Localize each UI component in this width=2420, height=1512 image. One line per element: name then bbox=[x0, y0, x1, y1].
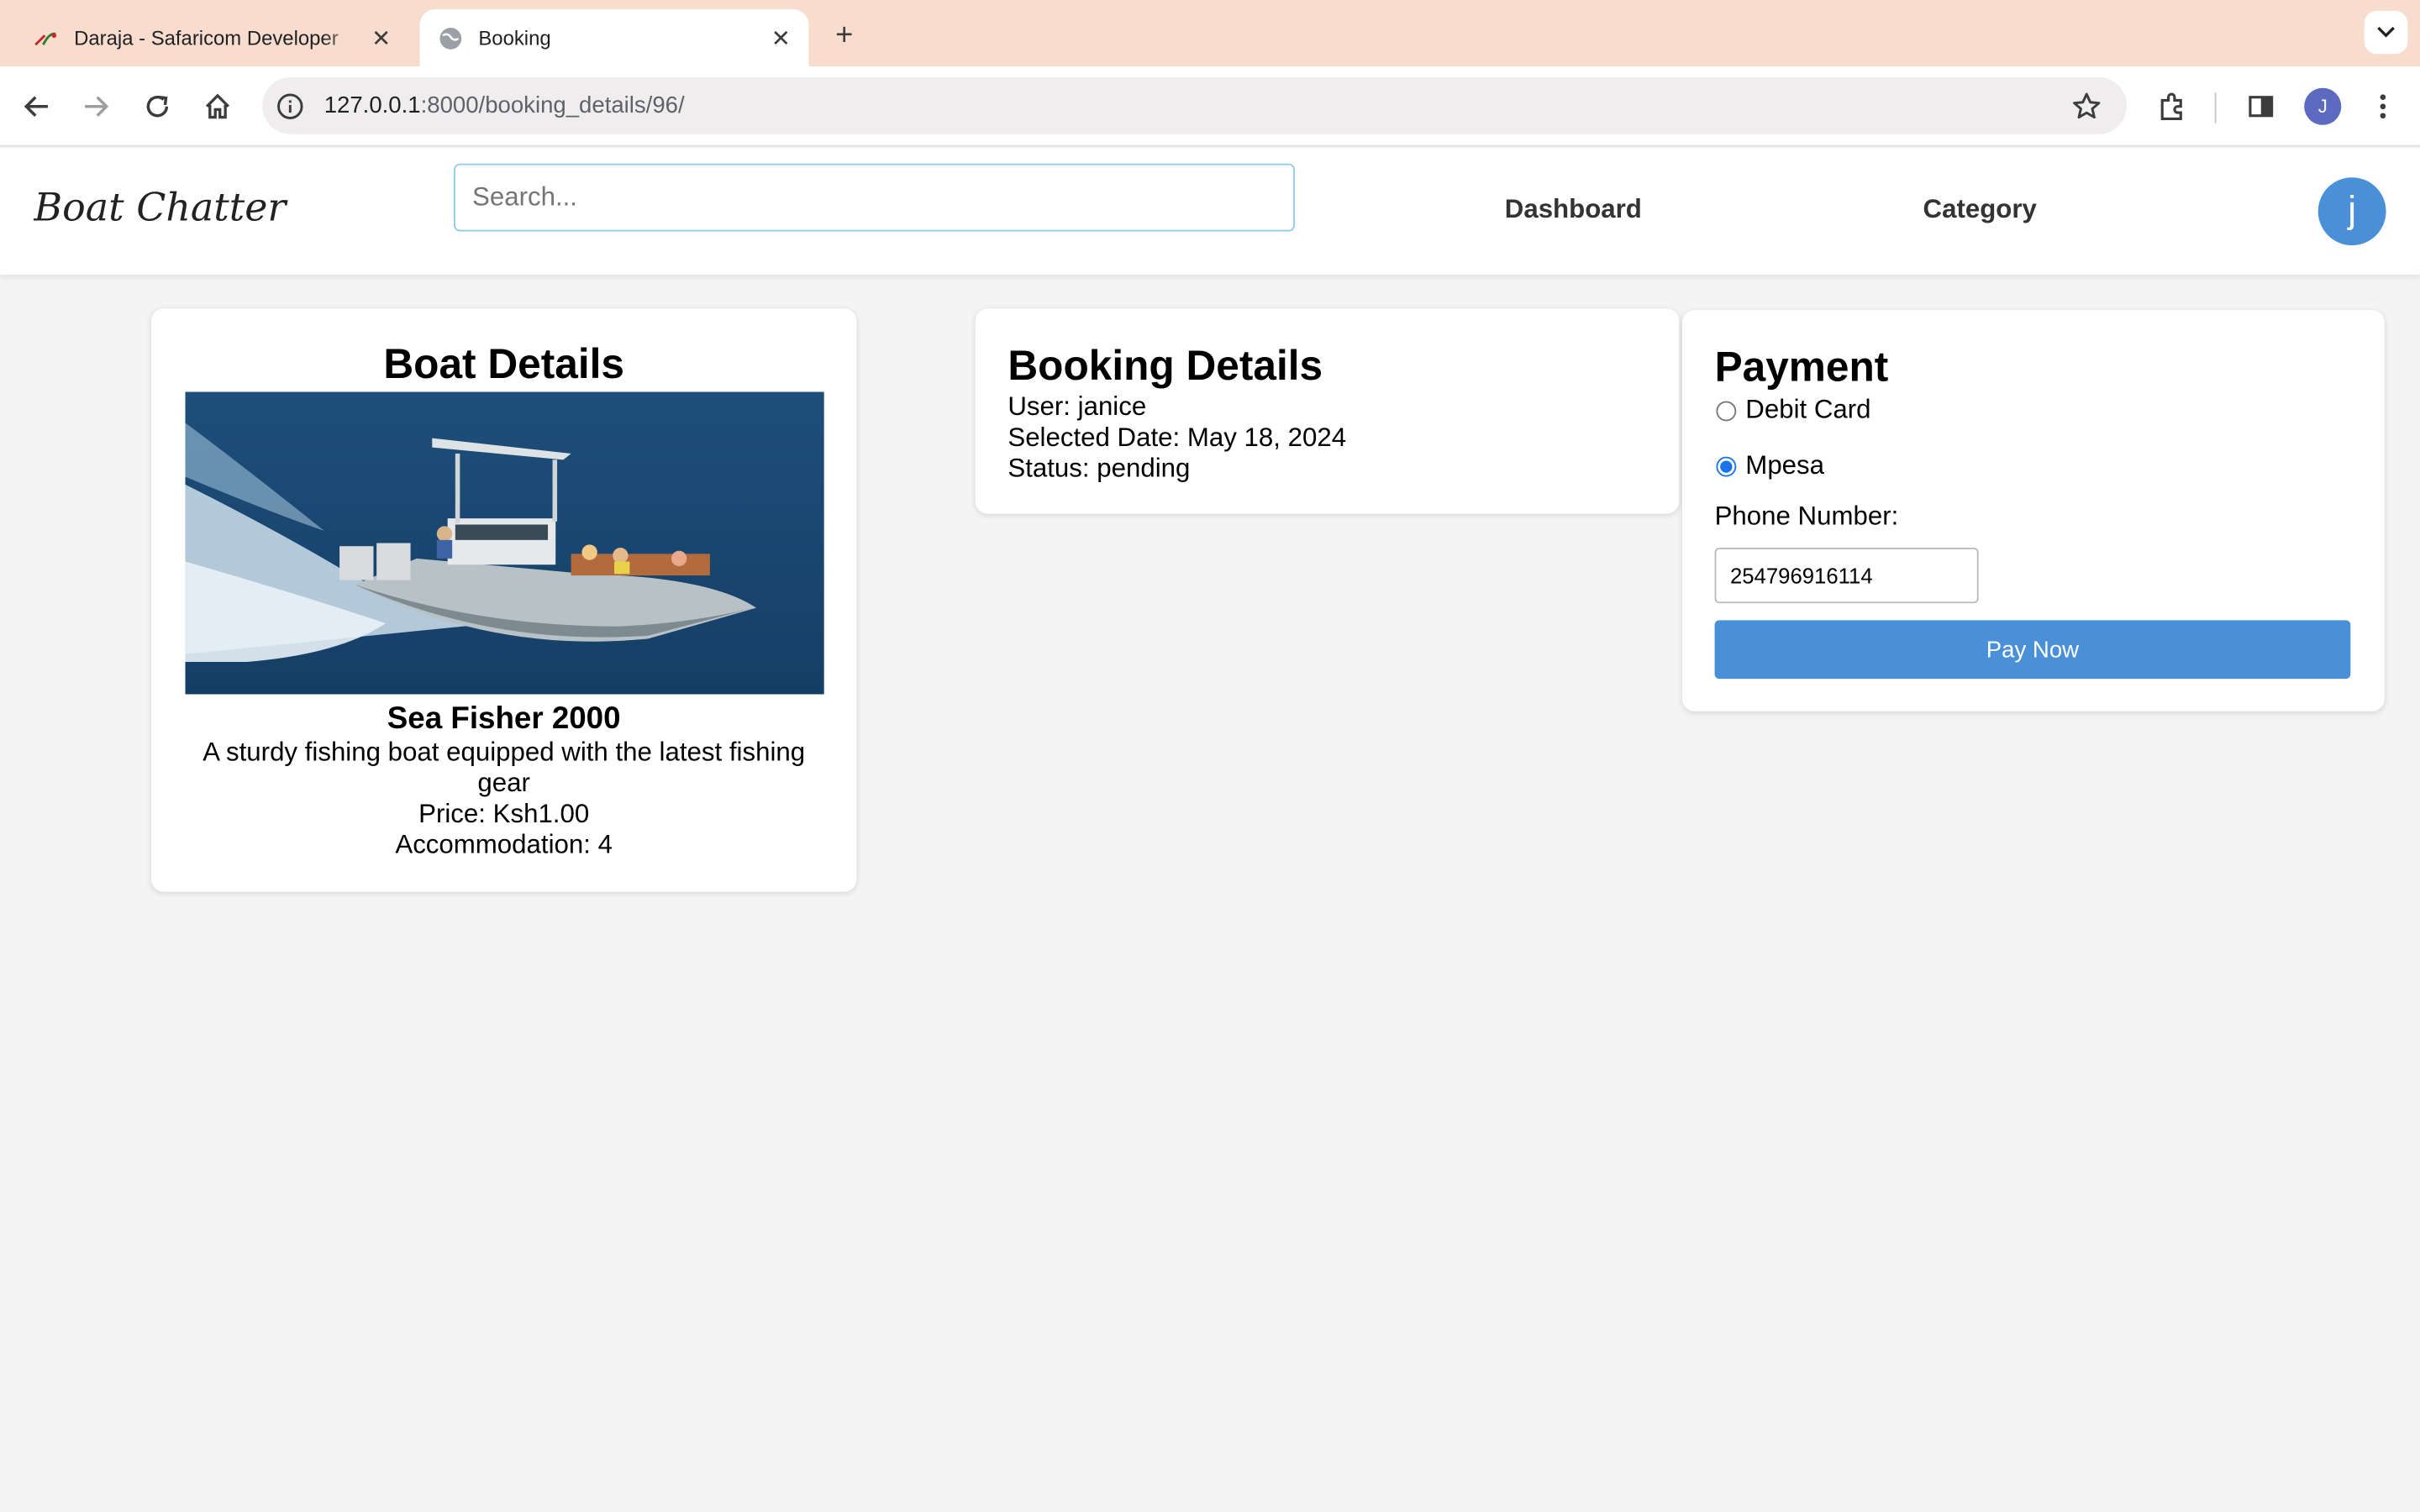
url-path: :8000/booking_details/96/ bbox=[420, 92, 685, 119]
search-input[interactable] bbox=[453, 163, 1295, 232]
browser-profile-avatar[interactable]: J bbox=[2304, 87, 2342, 125]
back-icon[interactable] bbox=[15, 85, 58, 128]
user-avatar[interactable]: j bbox=[2317, 177, 2386, 246]
address-bar[interactable]: 127.0.0.1:8000/booking_details/96/ bbox=[262, 76, 2127, 134]
new-tab-icon[interactable]: + bbox=[826, 17, 863, 54]
url-text[interactable]: 127.0.0.1:8000/booking_details/96/ bbox=[324, 92, 2068, 118]
payment-option-mpesa[interactable]: Mpesa bbox=[1715, 450, 2353, 481]
side-panel-icon[interactable] bbox=[2239, 85, 2282, 128]
mpesa-label: Mpesa bbox=[1745, 450, 1825, 480]
chevron-down-icon[interactable] bbox=[2364, 10, 2408, 55]
brand-logo[interactable]: Boat Chatter bbox=[34, 185, 286, 229]
boat-details-card: Boat Details Sea Fisher 2000 A sturdy fi… bbox=[150, 308, 857, 892]
tab-title: Daraja - Safaricom Developer bbox=[74, 26, 339, 50]
booking-user: User: janice bbox=[1007, 391, 1147, 422]
site-info-icon[interactable] bbox=[275, 90, 306, 121]
close-tab-icon[interactable]: ✕ bbox=[765, 23, 797, 54]
daraja-logo-icon bbox=[34, 25, 58, 50]
home-icon[interactable] bbox=[196, 85, 239, 128]
phone-number-input[interactable] bbox=[1714, 548, 1979, 604]
nav-link-category[interactable]: Category bbox=[1923, 194, 2037, 225]
payment-card: Payment Debit Card Mpesa Phone Number: P… bbox=[1682, 310, 2385, 711]
booking-date: Selected Date: May 18, 2024 bbox=[1007, 423, 1347, 453]
booking-status: Status: pending bbox=[1007, 453, 1191, 483]
payment-heading: Payment bbox=[1714, 344, 1889, 391]
browser-toolbar: 127.0.0.1:8000/booking_details/96/ J bbox=[0, 66, 2420, 147]
page-content: Boat Chatter Dashboard Category j Boat D… bbox=[0, 148, 2420, 1512]
forward-icon[interactable] bbox=[74, 85, 117, 128]
globe-icon bbox=[439, 25, 463, 50]
boat-image bbox=[184, 391, 823, 695]
kebab-menu-icon[interactable] bbox=[2361, 85, 2404, 128]
boat-price: Price: Ksh1.00 bbox=[418, 799, 590, 829]
mpesa-radio[interactable] bbox=[1716, 455, 1737, 476]
booking-details-heading: Booking Details bbox=[1007, 342, 1323, 389]
nav-link-dashboard[interactable]: Dashboard bbox=[1505, 194, 1642, 225]
tab-daraja[interactable]: Daraja - Safaricom Developer ✕ bbox=[15, 9, 408, 66]
bookmark-star-icon[interactable] bbox=[2068, 87, 2105, 124]
tab-title: Booking bbox=[478, 26, 551, 50]
tab-booking[interactable]: Booking ✕ bbox=[419, 9, 809, 66]
boat-details-heading: Boat Details bbox=[383, 340, 624, 388]
pay-now-button[interactable]: Pay Now bbox=[1714, 620, 2351, 680]
debit-card-radio[interactable] bbox=[1716, 400, 1737, 421]
close-tab-icon[interactable]: ✕ bbox=[366, 23, 397, 54]
boat-name: Sea Fisher 2000 bbox=[387, 701, 621, 737]
debit-card-label: Debit Card bbox=[1745, 395, 1871, 425]
boat-description: A sturdy fishing boat equipped with the … bbox=[203, 737, 806, 798]
toolbar-divider bbox=[2214, 92, 2217, 123]
tab-strip: Daraja - Safaricom Developer ✕ Booking ✕… bbox=[0, 0, 2420, 66]
payment-option-debit-card[interactable]: Debit Card bbox=[1715, 395, 2353, 426]
booking-details-card: Booking Details User: janice Selected Da… bbox=[975, 308, 1680, 514]
site-navbar: Boat Chatter Dashboard Category j bbox=[0, 148, 2420, 275]
reload-icon[interactable] bbox=[136, 85, 179, 128]
url-host: 127.0.0.1 bbox=[324, 92, 421, 119]
phone-number-label: Phone Number: bbox=[1714, 501, 1899, 531]
extensions-icon[interactable] bbox=[2150, 85, 2193, 128]
boat-accommodation: Accommodation: 4 bbox=[395, 830, 613, 860]
